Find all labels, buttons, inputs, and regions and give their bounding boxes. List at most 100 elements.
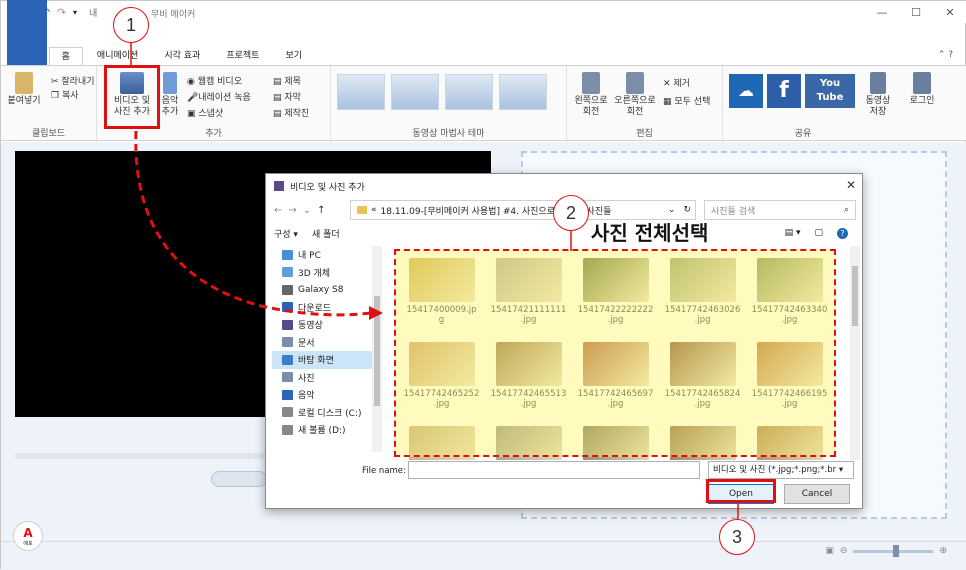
add-videos-photos-button[interactable]: 비디오 및 사진 추가 xyxy=(107,72,157,118)
file-name-line-1: 15417742465252 xyxy=(403,389,480,399)
up-icon[interactable]: ↑ xyxy=(317,205,325,216)
callout-2: 2 xyxy=(553,195,589,231)
seek-bar[interactable] xyxy=(15,453,265,459)
title-button[interactable]: ▤ 제목 xyxy=(273,74,301,87)
paste-button[interactable]: 붙여넣기 xyxy=(7,72,41,107)
file-item[interactable]: 15417742465697 .jpg xyxy=(572,340,659,418)
files-scroll-thumb[interactable] xyxy=(852,266,858,326)
thumbnail-size-icon[interactable]: ▣ xyxy=(825,546,834,556)
redo-icon[interactable]: ↷ xyxy=(57,6,69,19)
rotate-right-button[interactable]: 오른쪽으로 회전 xyxy=(613,72,657,118)
nav-item[interactable]: 다운로드 xyxy=(272,299,380,317)
qat-dropdown-icon[interactable]: ▾ xyxy=(73,8,77,17)
drive-icon xyxy=(282,424,293,435)
zoom-slider[interactable] xyxy=(853,544,934,557)
nav-item[interactable]: 바탕 화면 xyxy=(272,351,380,369)
file-item[interactable]: 15417422222222 .jpg xyxy=(572,256,659,334)
add-music-button[interactable]: 음악 추가 xyxy=(157,72,183,118)
theme-thumbnail[interactable] xyxy=(337,74,385,110)
files-scrollbar[interactable] xyxy=(850,246,860,460)
save-movie-button[interactable]: 동영상 저장 xyxy=(861,72,895,118)
nav-item[interactable]: 내 PC xyxy=(272,246,380,264)
nav-item-label: 새 볼륨 (D:) xyxy=(298,426,346,437)
credits-button[interactable]: ▤ 제작진 xyxy=(273,106,309,119)
select-all-button[interactable]: ▦ 모두 선택 xyxy=(663,94,710,107)
file-item[interactable] xyxy=(398,424,485,460)
cut-button[interactable]: ✂ 잘라내기 xyxy=(51,74,95,87)
facebook-icon[interactable]: f xyxy=(767,74,801,108)
rotate-left-button[interactable]: 왼쪽으로 회전 xyxy=(571,72,611,118)
tab-visual-effects[interactable]: 시각 효과 xyxy=(152,47,212,65)
remove-button[interactable]: ✕ 제거 xyxy=(663,76,690,89)
forward-icon[interactable]: → xyxy=(288,205,296,216)
maximize-button[interactable]: ☐ xyxy=(899,1,933,23)
tab-view[interactable]: 보기 xyxy=(273,47,314,65)
file-item[interactable]: 15417400009.jp g xyxy=(398,256,485,334)
view-options-icon[interactable]: ▤ ▾ xyxy=(785,228,801,238)
nav-item[interactable]: 3D 개체 xyxy=(272,264,380,282)
open-button[interactable]: Open xyxy=(708,484,774,504)
file-type-select[interactable]: 비디오 및 사진 (*.jpg;*.png;*.br ▾ xyxy=(708,461,854,479)
cancel-button[interactable]: Cancel xyxy=(784,484,850,504)
theme-thumbnail[interactable] xyxy=(391,74,439,110)
copy-button[interactable]: ❐ 복사 xyxy=(51,88,79,101)
minimize-button[interactable]: — xyxy=(865,1,899,23)
logo-a-icon: A xyxy=(23,525,33,540)
help-icon[interactable]: ⌃ ? xyxy=(938,50,953,60)
snapshot-button[interactable]: ▣ 스냅샷 xyxy=(187,106,223,119)
nav-item[interactable]: 문서 xyxy=(272,334,380,352)
help-circle-icon[interactable]: ? xyxy=(837,227,848,239)
playback-controls[interactable] xyxy=(211,471,267,487)
file-item[interactable]: 15417742465252 .jpg xyxy=(398,340,485,418)
nav-item[interactable]: 로컬 디스크 (C:) xyxy=(272,404,380,422)
preview-pane-icon[interactable]: ▢ xyxy=(814,228,823,238)
youtube-label-2: Tube xyxy=(816,92,844,103)
file-item[interactable] xyxy=(572,424,659,460)
narration-button[interactable]: 🎤내레이션 녹음 xyxy=(187,90,251,103)
file-item[interactable] xyxy=(659,424,746,460)
select-all-icon: ▦ xyxy=(663,97,675,107)
nav-scroll-thumb[interactable] xyxy=(374,296,380,406)
nav-item[interactable]: 새 볼륨 (D:) xyxy=(272,421,380,439)
file-name-input[interactable] xyxy=(408,461,700,479)
tab-project[interactable]: 프로젝트 xyxy=(214,47,271,65)
file-item[interactable]: 15417742465824 .jpg xyxy=(659,340,746,418)
dialog-close-icon[interactable]: ✕ xyxy=(846,178,856,192)
tab-file[interactable]: 파일 xyxy=(7,0,47,65)
youtube-icon[interactable]: You Tube xyxy=(805,74,855,108)
nav-item[interactable]: 동영상 xyxy=(272,316,380,334)
refresh-icon[interactable]: ↻ xyxy=(683,205,691,215)
zoom-in-icon[interactable]: ⊕ xyxy=(939,546,947,556)
file-item[interactable]: 15417742463340 .jpg xyxy=(746,256,833,334)
nav-scrollbar[interactable] xyxy=(372,246,382,452)
theme-thumbnail[interactable] xyxy=(499,74,547,110)
file-item[interactable] xyxy=(746,424,833,460)
theme-thumbnail[interactable] xyxy=(445,74,493,110)
file-item[interactable] xyxy=(485,424,572,460)
search-placeholder: 사진들 검색 xyxy=(711,206,756,217)
file-item[interactable]: 15417421111111 .jpg xyxy=(485,256,572,334)
nav-item[interactable]: 사진 xyxy=(272,369,380,387)
webcam-button[interactable]: ◉ 웹캠 비디오 xyxy=(187,74,242,87)
new-folder-button[interactable]: 새 폴더 xyxy=(312,227,340,240)
zoom-out-icon[interactable]: ⊖ xyxy=(840,546,848,556)
address-dropdown-icon[interactable]: ⌄ xyxy=(668,205,676,215)
file-item[interactable]: 15417742466195 .jpg xyxy=(746,340,833,418)
zoom-knob[interactable] xyxy=(893,544,900,557)
recent-dropdown-icon[interactable]: ⌄ xyxy=(303,205,311,216)
file-item[interactable]: 15417742465513 .jpg xyxy=(485,340,572,418)
file-item[interactable]: 15417742463026 .jpg xyxy=(659,256,746,334)
tab-home[interactable]: 홈 xyxy=(48,47,83,65)
search-input[interactable]: 사진들 검색 ⌕ xyxy=(704,200,856,220)
dialog-title: 비디오 및 사진 추가 xyxy=(290,182,365,193)
nav-item[interactable]: Galaxy S8 xyxy=(272,281,380,299)
close-button[interactable]: ✕ xyxy=(933,1,966,23)
signin-button[interactable]: 로그인 xyxy=(905,72,939,107)
organize-button[interactable]: 구성 ▾ xyxy=(274,227,298,240)
nav-item[interactable]: 음악 xyxy=(272,386,380,404)
caption-button[interactable]: ▤ 자막 xyxy=(273,90,301,103)
back-icon[interactable]: ← xyxy=(274,205,282,216)
app-title: 무비 메이커 xyxy=(151,10,196,20)
onedrive-icon[interactable]: ☁ xyxy=(729,74,763,108)
tab-animations[interactable]: 애니메이션 xyxy=(85,47,150,65)
